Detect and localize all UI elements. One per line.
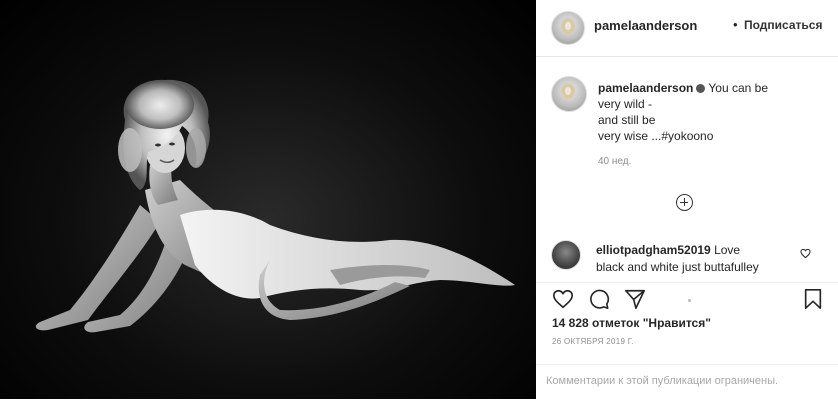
post-photo[interactable] xyxy=(0,0,536,399)
caption-text: pamelaanderson You can be very wild - and… xyxy=(598,80,818,144)
instagram-post: pamelaanderson • Подписаться pamelaander… xyxy=(0,0,838,399)
comment-text-part-2: black and white just buttafulley xyxy=(596,260,759,274)
caption-username[interactable]: pamelaanderson xyxy=(598,81,693,95)
like-heart-icon[interactable] xyxy=(552,288,574,310)
action-bar xyxy=(536,282,838,313)
verified-badge-icon xyxy=(696,84,706,94)
comment-text-part-1: Love xyxy=(714,243,741,257)
bookmark-icon[interactable] xyxy=(802,288,824,310)
comment-text: elliotpadgham52019 Love black and white … xyxy=(596,242,796,276)
author-username[interactable]: pamelaanderson xyxy=(594,18,697,33)
caption-line-4[interactable]: very wise ...#yokoono xyxy=(598,129,713,143)
likes-count[interactable]: 14 828 отметок "Нравится" xyxy=(552,316,711,330)
comments-footer: Комментарии к этой публикации ограничены… xyxy=(536,364,838,400)
caption-line-2: very wild - xyxy=(598,97,653,111)
heart-icon[interactable] xyxy=(800,248,811,259)
paper-plane-icon[interactable] xyxy=(624,288,646,310)
carousel-indicator xyxy=(688,299,691,302)
comments-restricted-notice: Комментарии к этой публикации ограничены… xyxy=(546,375,779,387)
post-date[interactable]: 26 ОКТЯБРЯ 2019 Г. xyxy=(552,337,634,346)
caption-line-1: You can be xyxy=(708,81,768,95)
caption-line-3: and still be xyxy=(598,113,656,127)
post-side-panel: pamelaanderson • Подписаться pamelaander… xyxy=(536,0,838,399)
header-separator: • xyxy=(733,17,738,32)
caption-author-avatar[interactable] xyxy=(551,76,587,112)
commenter-username[interactable]: elliotpadgham52019 xyxy=(596,243,711,257)
commenter-avatar[interactable] xyxy=(551,240,581,270)
follow-button[interactable]: Подписаться xyxy=(744,18,822,32)
author-avatar[interactable] xyxy=(551,11,585,45)
comment-bubble-icon[interactable] xyxy=(588,288,610,310)
photo-illustration xyxy=(35,79,515,333)
caption-timestamp[interactable]: 40 нед. xyxy=(598,156,631,167)
plus-circle-icon[interactable] xyxy=(676,194,693,211)
post-header: pamelaanderson • Подписаться xyxy=(536,0,838,57)
